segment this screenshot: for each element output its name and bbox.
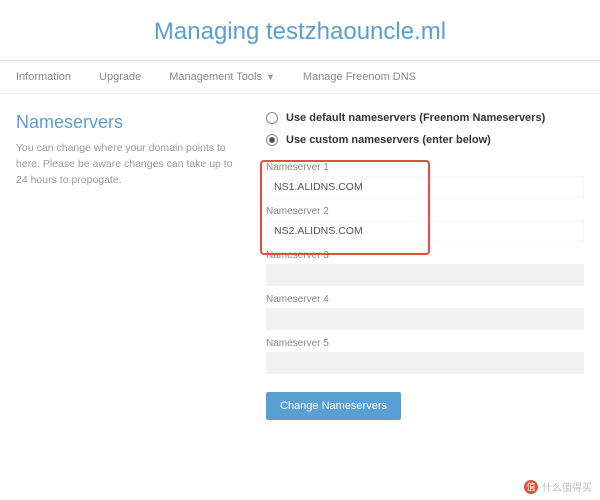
radio-icon bbox=[266, 112, 278, 124]
radio-default-nameservers[interactable]: Use default nameservers (Freenom Nameser… bbox=[266, 112, 584, 124]
nameserver-item: Nameserver 4 bbox=[266, 294, 584, 330]
nameserver-list: Nameserver 1 Nameserver 2 Nameserver 3 N… bbox=[266, 162, 584, 374]
tab-upgrade[interactable]: Upgrade bbox=[99, 71, 141, 83]
form-panel: Use default nameservers (Freenom Nameser… bbox=[266, 112, 584, 420]
radio-default-label: Use default nameservers (Freenom Nameser… bbox=[286, 112, 545, 124]
watermark-badge-icon: 值 bbox=[524, 480, 538, 494]
nameserver-item: Nameserver 3 bbox=[266, 250, 584, 286]
content-area: Nameservers You can change where your do… bbox=[0, 94, 600, 420]
nameserver-label: Nameserver 1 bbox=[266, 162, 584, 173]
nameserver-item: Nameserver 2 bbox=[266, 206, 584, 242]
nameserver-label: Nameserver 3 bbox=[266, 250, 584, 261]
nameserver-item: Nameserver 1 bbox=[266, 162, 584, 198]
radio-icon bbox=[266, 134, 278, 146]
nameserver-2-input[interactable] bbox=[266, 220, 584, 242]
nameserver-label: Nameserver 5 bbox=[266, 338, 584, 349]
nameserver-5-input[interactable] bbox=[266, 352, 584, 374]
nameserver-1-input[interactable] bbox=[266, 176, 584, 198]
help-text: You can change where your domain points … bbox=[16, 141, 246, 188]
nameserver-4-input[interactable] bbox=[266, 308, 584, 330]
chevron-down-icon: ▼ bbox=[266, 72, 275, 82]
sidebar-info: Nameservers You can change where your do… bbox=[16, 112, 246, 420]
radio-custom-nameservers[interactable]: Use custom nameservers (enter below) bbox=[266, 134, 584, 146]
watermark-text: 什么值得买 bbox=[542, 479, 592, 494]
tab-information[interactable]: Information bbox=[16, 71, 71, 83]
radio-custom-label: Use custom nameservers (enter below) bbox=[286, 134, 491, 146]
tab-manage-freenom-dns[interactable]: Manage Freenom DNS bbox=[303, 71, 416, 83]
tab-bar: Information Upgrade Management Tools ▼ M… bbox=[0, 61, 600, 94]
tab-management-tools[interactable]: Management Tools ▼ bbox=[169, 71, 275, 83]
tab-management-tools-label: Management Tools bbox=[169, 71, 262, 83]
section-title: Nameservers bbox=[16, 112, 246, 133]
nameserver-label: Nameserver 4 bbox=[266, 294, 584, 305]
page-title: Managing testzhaouncle.ml bbox=[0, 0, 600, 61]
nameserver-item: Nameserver 5 bbox=[266, 338, 584, 374]
nameserver-label: Nameserver 2 bbox=[266, 206, 584, 217]
watermark: 值 什么值得买 bbox=[524, 479, 592, 494]
nameserver-3-input[interactable] bbox=[266, 264, 584, 286]
change-nameservers-button[interactable]: Change Nameservers bbox=[266, 392, 401, 420]
